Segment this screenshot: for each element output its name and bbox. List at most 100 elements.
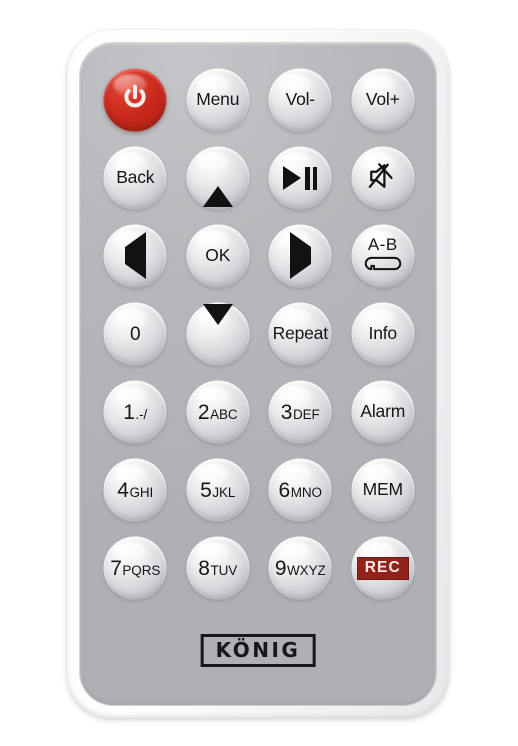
key-digit-3[interactable]: 3 DEF	[259, 373, 342, 451]
key-letters: JKL	[212, 484, 236, 500]
key-face: 6 MNO	[279, 480, 322, 501]
record-badge: REC	[356, 556, 409, 580]
key-face	[202, 169, 233, 207]
key-face: Back	[116, 169, 154, 187]
key-menu[interactable]: Menu	[177, 61, 260, 139]
screenshot-canvas: Menu Vol- Vol+ Back OK A-B 0 Repeat Info 1 .-/ 2 ABC…	[0, 0, 518, 746]
key-face: 4 GHI	[117, 480, 153, 501]
key-label: Back	[116, 167, 155, 188]
key-digit: 2	[197, 400, 210, 424]
key-digit-7[interactable]: 7 PQRS	[94, 529, 177, 607]
key-label: Repeat	[272, 323, 328, 344]
key-digit: 3	[280, 400, 293, 424]
key-label: A-B	[367, 235, 398, 254]
key-down[interactable]	[177, 295, 260, 373]
key-face: Menu	[196, 91, 239, 109]
key-digit-9[interactable]: 9 WXYZ	[259, 529, 342, 607]
key-face	[283, 166, 318, 190]
arrow-right-icon	[289, 232, 311, 279]
key-face	[367, 161, 399, 195]
key-face	[124, 232, 146, 279]
key-digit-0[interactable]: 0	[94, 295, 177, 373]
key-face: 0	[130, 325, 141, 344]
key-digit: 7	[110, 556, 122, 580]
key-alarm[interactable]: Alarm	[342, 373, 425, 451]
key-ok[interactable]: OK	[177, 217, 260, 295]
key-play-pause[interactable]	[259, 139, 342, 217]
key-digit: 8	[198, 556, 210, 580]
key-face: 5 JKL	[200, 480, 235, 501]
key-label: Menu	[196, 89, 240, 110]
button-grid: Menu Vol- Vol+ Back OK A-B 0 Repeat Info 1 .-/ 2 ABC…	[94, 61, 424, 607]
arrow-left-icon	[124, 232, 146, 279]
loop-icon	[363, 255, 403, 276]
key-mute[interactable]	[342, 139, 425, 217]
key-digit-1[interactable]: 1 .-/	[94, 373, 177, 451]
key-power[interactable]	[94, 61, 177, 139]
brand-logo: KÖNIG	[200, 634, 316, 667]
key-face: 7 PQRS	[110, 558, 160, 579]
key-face: MEM	[363, 481, 403, 499]
key-left[interactable]	[94, 217, 177, 295]
key-face: OK	[205, 247, 230, 265]
key-right[interactable]	[259, 217, 342, 295]
key-repeat[interactable]: Repeat	[259, 295, 342, 373]
key-label: Vol-	[285, 89, 316, 110]
key-label: Info	[368, 323, 398, 344]
key-letters: MNO	[290, 484, 322, 500]
keypad-face: Menu Vol- Vol+ Back OK A-B 0 Repeat Info 1 .-/ 2 ABC…	[80, 43, 436, 705]
key-volume-down[interactable]: Vol-	[259, 61, 342, 139]
key-digit-5[interactable]: 5 JKL	[177, 451, 260, 529]
key-face: 8 TUV	[198, 558, 237, 579]
key-face: 9 WXYZ	[275, 558, 326, 579]
key-record[interactable]: REC	[342, 529, 425, 607]
brand-logo-text: KÖNIG	[215, 638, 301, 662]
key-a-b-repeat[interactable]: A-B	[342, 217, 425, 295]
key-digit: 1	[123, 400, 135, 424]
key-info[interactable]: Info	[342, 295, 425, 373]
key-digit: 9	[274, 556, 287, 580]
key-face: REC	[356, 556, 409, 580]
key-label: 0	[129, 323, 141, 345]
key-face: A-B	[363, 236, 403, 276]
key-face: Vol-	[285, 89, 316, 110]
power-icon	[120, 83, 150, 117]
arrow-up-icon	[202, 169, 233, 207]
key-letters: ABC	[210, 406, 238, 422]
key-letters: WXYZ	[287, 562, 326, 578]
key-label: OK	[205, 245, 231, 266]
key-face: 3 DEF	[281, 402, 320, 423]
key-face: Alarm	[360, 403, 405, 421]
key-digit-4[interactable]: 4 GHI	[94, 451, 177, 529]
key-face: 2 ABC	[198, 402, 238, 423]
key-face	[202, 304, 233, 342]
key-face: Vol+	[366, 91, 400, 109]
key-letters: GHI	[129, 484, 154, 500]
key-digit: 4	[117, 478, 129, 502]
key-memory[interactable]: MEM	[342, 451, 425, 529]
key-digit: 5	[200, 478, 212, 502]
key-letters: PQRS	[122, 562, 161, 578]
key-digit-6[interactable]: 6 MNO	[259, 451, 342, 529]
key-back[interactable]: Back	[94, 139, 177, 217]
key-letters: TUV	[210, 562, 238, 578]
mute-icon	[367, 161, 399, 195]
key-up[interactable]	[177, 139, 260, 217]
key-letters: .-/	[135, 406, 148, 422]
key-volume-up[interactable]: Vol+	[342, 61, 425, 139]
key-face: 1 .-/	[123, 402, 147, 423]
remote-control-body: Menu Vol- Vol+ Back OK A-B 0 Repeat Info 1 .-/ 2 ABC…	[67, 30, 449, 718]
arrow-down-icon	[202, 304, 233, 342]
play-pause-icon	[283, 166, 318, 190]
key-digit-8[interactable]: 8 TUV	[177, 529, 260, 607]
key-face	[120, 83, 150, 117]
key-face: Info	[368, 323, 398, 344]
key-label: Alarm	[360, 401, 406, 422]
key-label: Vol+	[365, 89, 400, 110]
key-face: Repeat	[273, 325, 328, 343]
key-face	[289, 232, 311, 279]
key-label: MEM	[362, 479, 403, 500]
key-digit-2[interactable]: 2 ABC	[177, 373, 260, 451]
key-letters: DEF	[292, 406, 320, 422]
key-digit: 6	[278, 478, 291, 502]
